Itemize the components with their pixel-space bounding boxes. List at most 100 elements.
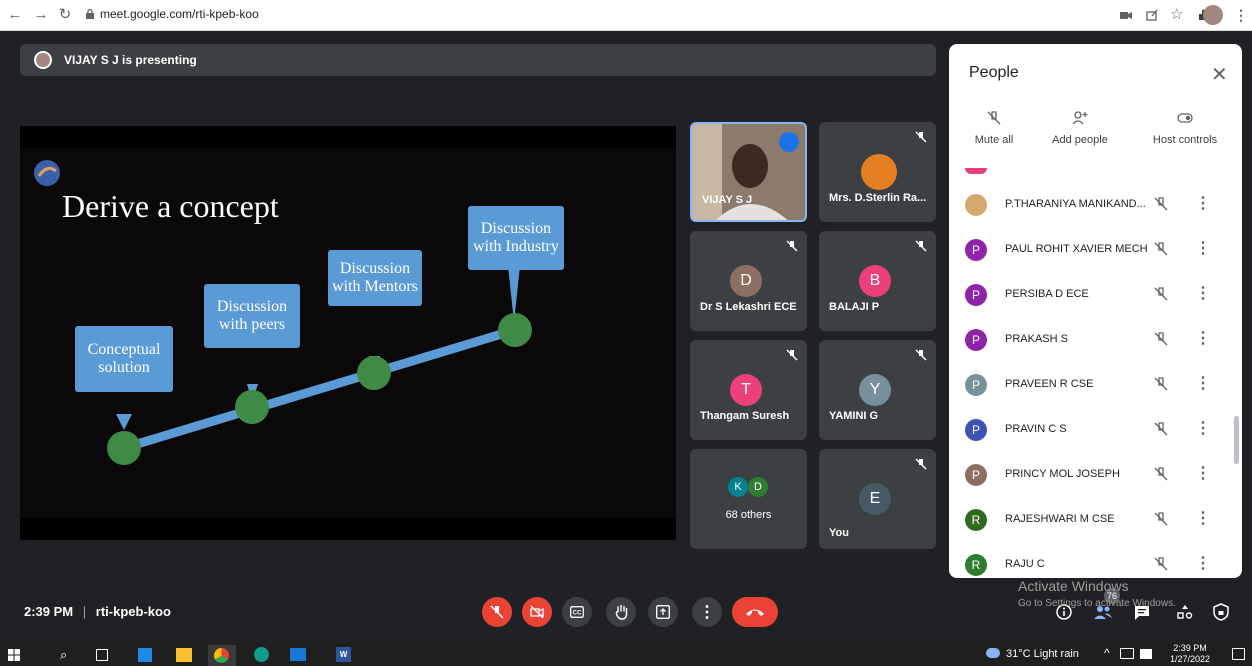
participant-row[interactable]: P PRINCY MOL JOSEPH ⋮ [949,453,1242,497]
camera-icon[interactable] [1118,7,1134,23]
participant-row[interactable]: P.THARANIYA MANIKAND... ⋮ [949,183,1242,227]
participant-tile[interactable]: D Dr S Lekashri ECE [690,231,807,331]
participant-tile[interactable]: Y YAMINI G [819,340,936,440]
avatar: B [859,265,891,297]
camera-toggle-button[interactable] [522,597,552,627]
chrome-taskbar-button[interactable] [208,645,236,666]
self-tile[interactable]: E You [819,449,936,549]
presenter-avatar [34,51,52,69]
share-icon[interactable] [1144,7,1160,23]
more-options-icon[interactable]: ⋮ [1195,556,1211,572]
activate-windows-text: Activate Windows [1018,578,1129,594]
avatar: T [730,374,762,406]
more-options-icon[interactable]: ⋮ [1195,241,1211,257]
mute-all-button[interactable]: Mute all [949,110,1039,146]
others-count: 68 others [725,509,772,521]
participant-row[interactable]: P PRAKASH S ⋮ [949,318,1242,362]
more-options-icon[interactable]: ⋮ [1195,511,1211,527]
more-options-icon[interactable]: ⋮ [1195,196,1211,212]
participant-row[interactable]: R RAJESHWARI M CSE ⋮ [949,498,1242,542]
participant-row-name: PRAVEEN R CSE [1005,378,1094,390]
add-people-label: Add people [1052,134,1108,146]
participant-row-name: PAUL ROHIT XAVIER MECH [1005,243,1148,255]
more-options-icon[interactable]: ⋮ [1195,286,1211,302]
mute-all-label: Mute all [974,134,1014,146]
leave-call-button[interactable] [732,597,778,627]
mic-off-icon[interactable] [1153,241,1169,257]
participant-tile-vijay[interactable]: VIJAY S J [690,122,807,222]
notifications-icon[interactable] [1232,648,1245,660]
windows-start-icon[interactable] [8,649,20,661]
more-options-icon[interactable]: ⋮ [692,597,722,627]
more-options-icon[interactable]: ⋮ [1195,421,1211,437]
participant-row[interactable]: P PRAVIN C S ⋮ [949,408,1242,452]
presenting-banner: VIJAY S J is presenting [20,44,936,76]
edge-icon[interactable] [254,647,269,662]
mic-off-icon[interactable] [1153,511,1169,527]
participant-tile[interactable]: T Thangam Suresh [690,340,807,440]
raise-hand-button[interactable] [606,597,636,627]
meeting-time: 2:39 PM [24,604,74,619]
more-options-icon[interactable]: ⋮ [1195,466,1211,482]
hand-icon [615,604,628,620]
more-options-icon[interactable]: ⋮ [1195,376,1211,392]
activities-icon[interactable] [1176,603,1194,621]
others-tile[interactable]: K D 68 others [690,449,807,549]
task-view-icon[interactable] [96,649,108,661]
milestone-node [235,390,269,424]
chevron-up-icon[interactable]: ^ [1104,646,1110,660]
forward-icon[interactable]: → [32,6,50,24]
participant-row[interactable]: R RAJU C ⋮ [949,543,1242,578]
mic-off-icon[interactable] [1153,556,1169,572]
participant-row[interactable]: P PERSIBA D ECE ⋮ [949,273,1242,317]
captions-button[interactable]: CC [562,597,592,627]
avatar: P [965,374,987,396]
host-shield-icon[interactable] [1212,603,1230,621]
present-button[interactable] [648,597,678,627]
mic-toggle-button[interactable] [482,597,512,627]
mic-off-icon [915,349,927,361]
word-icon[interactable]: W [336,647,351,662]
mic-off-icon[interactable] [1153,286,1169,302]
participant-tile[interactable]: Mrs. D.Sterlin Ra... [819,122,936,222]
participant-tile[interactable]: B BALAJI P [819,231,936,331]
participant-row[interactable]: P PAUL ROHIT XAVIER MECH ⋮ [949,228,1242,272]
lock-icon [86,9,94,19]
network-icon[interactable] [1120,648,1134,659]
address-bar[interactable]: meet.google.com/rti-kpeb-koo [100,7,259,21]
host-controls-button[interactable]: Host controls [1135,110,1235,146]
participant-row-name: PRINCY MOL JOSEPH [1005,468,1120,480]
star-icon[interactable]: ☆ [1170,7,1186,23]
mail-icon[interactable] [290,648,306,661]
mic-off-icon[interactable] [1153,421,1169,437]
avatar [965,194,987,216]
menu-icon[interactable]: ⋮ [1234,7,1250,23]
weather-text[interactable]: 31°C Light rain [1006,648,1079,660]
mic-off-icon[interactable] [1153,466,1169,482]
store-icon[interactable] [138,648,152,662]
close-icon[interactable]: ✕ [1211,62,1228,87]
reload-icon[interactable]: ↻ [56,6,74,24]
clock-time: 2:39 PM [1173,643,1207,653]
profile-avatar[interactable] [1203,5,1223,25]
participant-name: VIJAY S J [702,194,753,206]
mic-off-icon [786,240,798,252]
avatar: P [965,464,987,486]
search-icon[interactable]: ⌕ [60,647,67,663]
avatar: D [748,477,768,497]
battery-icon[interactable] [1140,649,1152,659]
participant-name: You [829,527,849,539]
file-explorer-icon[interactable] [176,648,192,662]
participant-row[interactable]: P PRAVEEN R CSE ⋮ [949,363,1242,407]
clock[interactable]: 2:39 PM 1/27/2022 [1170,643,1210,665]
more-options-icon[interactable]: ⋮ [1195,331,1211,347]
hang-up-icon [746,609,764,616]
svg-text:CC: CC [573,611,582,617]
callout-peers: Discussion with peers [204,284,300,348]
mic-off-icon[interactable] [1153,331,1169,347]
windows-taskbar: ⌕ W 31°C Light rain ^ 2:39 PM 1/27/2022 [0,643,1252,666]
back-icon[interactable]: ← [6,6,24,24]
mic-off-icon[interactable] [1153,196,1169,212]
add-people-button[interactable]: Add people [1035,110,1125,146]
mic-off-icon[interactable] [1153,376,1169,392]
